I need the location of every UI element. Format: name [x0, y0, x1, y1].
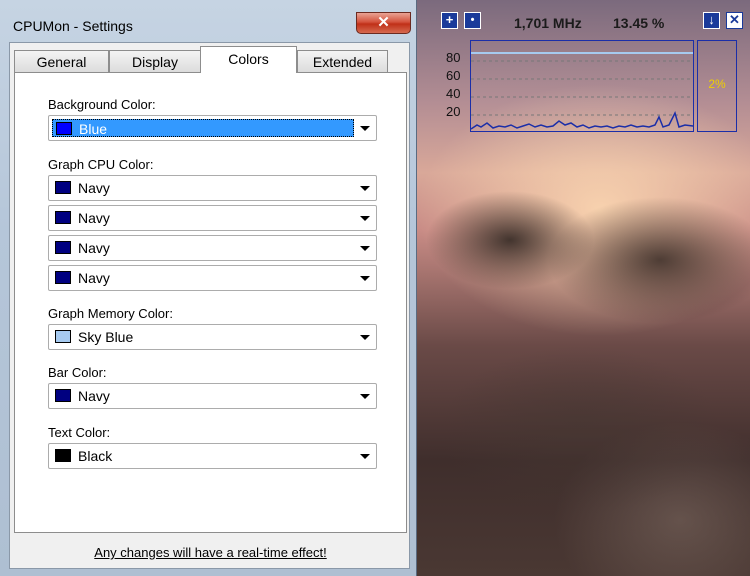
text-color-select[interactable]: Black: [48, 443, 377, 469]
graph-cpu-color-select-2[interactable]: Navy: [48, 205, 377, 231]
chevron-down-icon[interactable]: [360, 186, 370, 191]
pin-icon[interactable]: •: [464, 12, 481, 29]
text-color-value: Black: [78, 448, 113, 464]
graph-memory-color-select[interactable]: Sky Blue: [48, 324, 377, 350]
usage-bar: 2%: [697, 40, 737, 132]
monitor-toolbar: + • 1,701 MHz 13.45 % ↓ ✕: [440, 10, 750, 34]
color-swatch: [55, 389, 71, 402]
chevron-down-icon[interactable]: [360, 276, 370, 281]
graph-cpu-color-label: Graph CPU Color:: [48, 157, 154, 172]
y-tick-label: 80: [446, 50, 461, 65]
cpu-frequency: 1,701 MHz: [514, 15, 582, 31]
selection-highlight: Blue: [52, 119, 354, 137]
graph-cpu-color-select-1[interactable]: Navy: [48, 175, 377, 201]
color-swatch: [55, 449, 71, 462]
title-bar[interactable]: CPUMon - Settings ✕: [0, 0, 417, 38]
chevron-down-icon[interactable]: [360, 126, 370, 131]
y-tick-label: 20: [446, 104, 461, 119]
y-tick-label: 60: [446, 68, 461, 83]
settings-window: CPUMon - Settings ✕ General Display Colo…: [0, 0, 417, 576]
chevron-down-icon[interactable]: [360, 246, 370, 251]
window-title: CPUMon - Settings: [13, 18, 133, 34]
graph-cpu-color-value: Navy: [78, 180, 110, 196]
graph-memory-color-label: Graph Memory Color:: [48, 306, 173, 321]
graph-memory-color-value: Sky Blue: [78, 329, 134, 345]
graph-cpu-color-value: Navy: [78, 270, 110, 286]
chevron-down-icon[interactable]: [360, 216, 370, 221]
tab-display[interactable]: Display: [109, 50, 201, 72]
tab-colors[interactable]: Colors: [200, 46, 297, 73]
color-swatch: [55, 181, 71, 194]
background-color-value: Blue: [79, 121, 108, 137]
colors-panel: Background Color: Blue Graph CPU Color: …: [14, 72, 407, 533]
color-swatch: [55, 211, 71, 224]
color-swatch: [56, 122, 72, 135]
graph-cpu-color-value: Navy: [78, 240, 110, 256]
background-color-select[interactable]: Blue: [48, 115, 377, 141]
graph-cpu-color-value: Navy: [78, 210, 110, 226]
tab-extended[interactable]: Extended: [297, 50, 388, 72]
cpu-graph-plot: [470, 52, 694, 130]
arrow-down-icon[interactable]: ↓: [703, 12, 720, 29]
close-button[interactable]: ✕: [356, 12, 411, 34]
cpu-percent: 13.45 %: [613, 15, 665, 31]
background-trees: [420, 170, 750, 576]
text-color-label: Text Color:: [48, 425, 111, 440]
bar-color-label: Bar Color:: [48, 365, 107, 380]
client-area: General Display Colors Extended Backgrou…: [9, 42, 410, 569]
tab-general[interactable]: General: [14, 50, 109, 72]
graph-cpu-color-select-3[interactable]: Navy: [48, 235, 377, 261]
tab-strip: General Display Colors Extended: [14, 46, 404, 73]
bar-color-select[interactable]: Navy: [48, 383, 377, 409]
close-icon[interactable]: ✕: [726, 12, 743, 29]
chevron-down-icon[interactable]: [360, 394, 370, 399]
color-swatch: [55, 330, 71, 343]
bar-color-value: Navy: [78, 388, 110, 404]
color-swatch: [55, 271, 71, 284]
background-color-label: Background Color:: [48, 97, 156, 112]
add-icon[interactable]: +: [441, 12, 458, 29]
chevron-down-icon[interactable]: [360, 335, 370, 340]
graph-cpu-color-select-4[interactable]: Navy: [48, 265, 377, 291]
chevron-down-icon[interactable]: [360, 454, 370, 459]
close-icon: ✕: [377, 14, 390, 31]
cpu-graph: [470, 40, 694, 132]
realtime-effect-link[interactable]: Any changes will have a real-time effect…: [10, 545, 411, 560]
y-tick-label: 40: [446, 86, 461, 101]
usage-bar-percent: 2%: [708, 77, 726, 91]
color-swatch: [55, 241, 71, 254]
